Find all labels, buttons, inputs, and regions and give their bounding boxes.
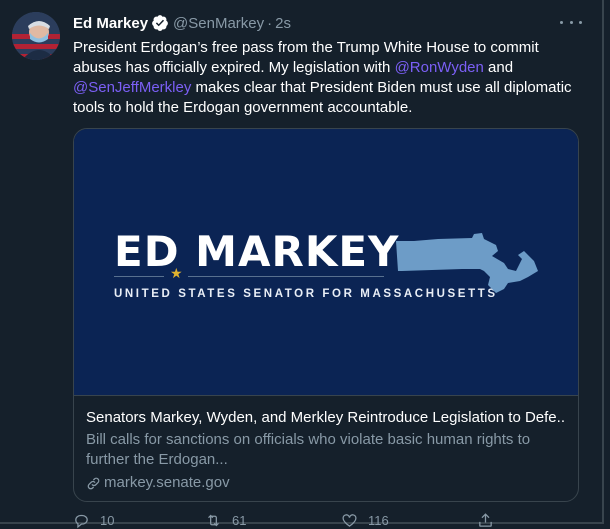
card-domain-text: markey.senate.gov: [104, 474, 230, 491]
divider-right: [188, 276, 384, 277]
card-info: Senators Markey, Wyden, and Merkley Rein…: [74, 395, 578, 493]
like-button[interactable]: 116: [341, 512, 389, 529]
reply-button[interactable]: 10: [73, 512, 114, 529]
tweet-actions: 10 61 116: [73, 512, 513, 529]
card-image: ED MARKEY ★ UNITED STATES SENATOR FOR MA…: [74, 129, 578, 395]
mention-ronwyden[interactable]: @RonWyden: [395, 59, 484, 76]
star-icon: ★: [170, 265, 183, 281]
retweet-count: 61: [232, 513, 247, 528]
card-description: Bill calls for sanctions on officials wh…: [86, 431, 531, 468]
mention-senjeffmerkley[interactable]: @SenJeffMerkley: [73, 79, 191, 96]
tweet-header: Ed Markey @SenMarkey · 2s: [73, 12, 291, 34]
retweet-icon: [208, 514, 219, 527]
link-card[interactable]: ED MARKEY ★ UNITED STATES SENATOR FOR MA…: [73, 128, 579, 502]
share-button[interactable]: [477, 512, 504, 529]
card-title[interactable]: Senators Markey, Wyden, and Merkley Rein…: [86, 408, 566, 428]
tweet-text: President Erdogan’s free pass from the T…: [73, 38, 583, 118]
massachusetts-map-icon: [396, 233, 538, 293]
verified-badge-icon: [152, 15, 168, 31]
avatar[interactable]: [12, 12, 60, 60]
share-icon: [479, 513, 492, 527]
author-name[interactable]: Ed Markey: [73, 15, 148, 32]
like-icon: [342, 514, 357, 527]
retweet-button[interactable]: 61: [205, 512, 246, 529]
reply-count: 10: [100, 513, 115, 528]
more-options-icon[interactable]: [560, 12, 582, 32]
separator-dot: ·: [267, 14, 273, 32]
link-icon: [87, 477, 100, 489]
author-handle[interactable]: @SenMarkey: [173, 15, 264, 32]
timestamp[interactable]: 2s: [275, 15, 291, 32]
card-image-title: ED MARKEY: [114, 227, 400, 276]
like-count: 116: [368, 513, 389, 528]
divider-left: [114, 276, 164, 277]
tweet-text-part: and: [483, 59, 514, 76]
reply-icon: [75, 514, 88, 529]
card-domain[interactable]: markey.senate.gov: [86, 473, 566, 493]
